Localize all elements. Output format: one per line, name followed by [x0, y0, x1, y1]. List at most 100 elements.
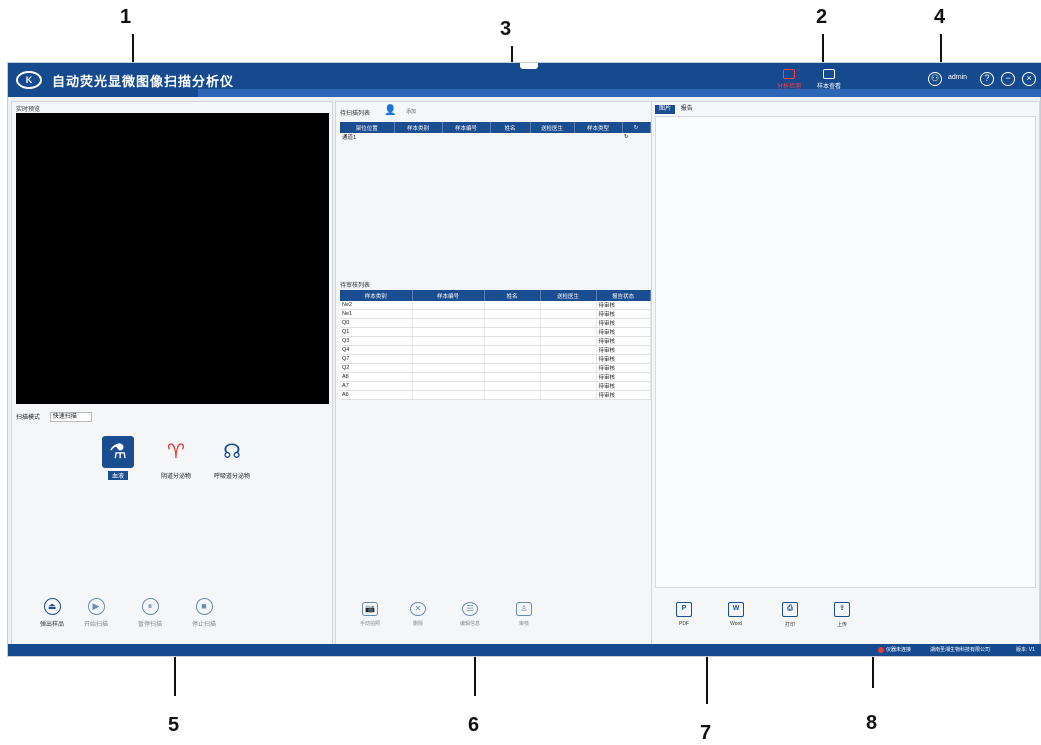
upload-label: 上传: [836, 622, 847, 628]
table-row[interactable]: A7 待审核: [340, 381, 651, 391]
column-header[interactable]: 姓名: [484, 290, 541, 301]
upload-icon: ⇪: [834, 602, 850, 617]
add-patient-icon[interactable]: 👤: [384, 106, 398, 116]
app-title: 自动荧光显微图像扫描分析仪: [52, 74, 235, 89]
table-cell: 待审核: [596, 363, 651, 373]
table-cell: [484, 372, 541, 382]
table-cell: [484, 381, 541, 391]
table-row[interactable]: Q0 待审核: [340, 318, 651, 328]
tab-report[interactable]: 报告: [677, 105, 697, 114]
table-row[interactable]: A6 待审核: [340, 390, 651, 400]
analysis-label: 分析检测: [776, 84, 801, 90]
review-button[interactable]: ♙ 审核: [504, 602, 544, 627]
table-cell: [412, 336, 485, 346]
sample-type-blood[interactable]: ⚗ 血液: [88, 436, 148, 480]
table-cell: [484, 336, 541, 346]
table-row[interactable]: Ne2 待审核: [340, 301, 651, 310]
table-cell: [490, 133, 530, 141]
sample-type-respiratory[interactable]: ☊ 呼吸道分泌物: [202, 436, 262, 480]
table-cell: A8: [340, 372, 413, 382]
connection-status: 仪器未连接: [878, 646, 911, 653]
review-table-body: Ne2 待审核 Ne1 待审核 Q0 待审核 Q1 待审核 Q3 待审核 Q4 待审核 Q7 待审核 Q2 待…: [340, 301, 651, 400]
eject-button[interactable]: ⏏ 弹出样品: [32, 598, 72, 628]
callout-1: 1: [120, 6, 132, 28]
drag-handle[interactable]: [520, 63, 538, 69]
column-header[interactable]: 样本类别: [340, 290, 413, 301]
edit-icon: ☰: [462, 602, 478, 616]
table-cell: [540, 363, 597, 373]
table-row[interactable]: Q3 待审核: [340, 336, 651, 346]
print-button[interactable]: ⎙ 打印: [770, 602, 810, 628]
user-icon[interactable]: ⚇: [928, 72, 942, 86]
scan-mode-row: 扫描模式 快速扫描: [16, 412, 92, 423]
column-header[interactable]: 报告状态: [596, 290, 651, 301]
table-cell: [484, 309, 541, 319]
table-cell: [412, 363, 485, 373]
table-cell: [540, 345, 597, 355]
table-row[interactable]: Q4 待审核: [340, 345, 651, 355]
export-word-button[interactable]: W Word: [716, 602, 756, 627]
table-row[interactable]: Q7 待审核: [340, 354, 651, 364]
sample-type-label: 血液: [107, 471, 128, 480]
table-row[interactable]: A8 待审核: [340, 372, 651, 382]
column-header[interactable]: 样本编号: [442, 122, 491, 133]
scan-mode-select[interactable]: 快速扫描: [49, 412, 92, 423]
help-icon[interactable]: ?: [980, 72, 994, 86]
column-header[interactable]: 样本类别: [394, 122, 443, 133]
table-cell: [540, 336, 597, 346]
edit-info-button[interactable]: ☰ 编辑信息: [450, 602, 490, 627]
review-label: 审核: [518, 621, 529, 627]
version-text: 版本: V1: [1016, 647, 1035, 653]
table-cell: [412, 327, 485, 337]
column-header[interactable]: 样本编号: [412, 290, 485, 301]
table-cell: 待审核: [596, 354, 651, 364]
export-pdf-button[interactable]: P PDF: [664, 602, 704, 627]
table-cell: Q3: [340, 336, 413, 346]
table-cell: [394, 133, 442, 141]
column-header[interactable]: 送检医生: [530, 122, 575, 133]
table-cell: [412, 345, 485, 355]
table-cell: Q4: [340, 345, 413, 355]
capture-button[interactable]: 📷 手动拍照: [350, 602, 390, 627]
sample-view-icon: [823, 69, 835, 79]
camera-icon: 📷: [362, 602, 378, 616]
close-icon[interactable]: ×: [1022, 72, 1036, 86]
delete-button[interactable]: ✕ 删除: [398, 602, 438, 627]
scan-mode-label: 扫描模式: [16, 415, 41, 421]
start-scan-button[interactable]: ▶ 开始扫描: [76, 598, 116, 628]
table-cell: 待审核: [596, 309, 651, 319]
row-refresh-icon[interactable]: ↻: [622, 133, 650, 141]
column-header[interactable]: 送检医生: [540, 290, 597, 301]
play-icon: ▶: [87, 598, 105, 615]
table-cell: [540, 327, 597, 337]
user-name: admin: [948, 74, 968, 81]
status-dot-icon: [878, 646, 884, 653]
table-row[interactable]: Ne1 待审核: [340, 309, 651, 319]
pause-scan-button[interactable]: ⏸ 暂停扫描: [130, 598, 170, 628]
table-cell: 待审核: [596, 381, 651, 391]
start-scan-label: 开始扫描: [83, 622, 108, 628]
table-cell: [484, 363, 541, 373]
table-cell: [412, 381, 485, 391]
connection-text: 仪器未连接: [886, 647, 912, 653]
export-pdf-label: PDF: [679, 621, 689, 627]
sample-type-vaginal[interactable]: ♈ 阴道分泌物: [146, 436, 206, 480]
stop-scan-button[interactable]: ■ 停止扫描: [184, 598, 224, 628]
column-header[interactable]: 架位位置: [340, 122, 395, 133]
table-row[interactable]: 通道1 ↻: [340, 133, 650, 141]
pause-scan-label: 暂停扫描: [137, 622, 162, 628]
eject-icon: ⏏: [43, 598, 61, 615]
tab-images[interactable]: 图片: [655, 105, 676, 114]
column-header[interactable]: 姓名: [490, 122, 531, 133]
table-row[interactable]: Q1 待审核: [340, 327, 651, 337]
table-cell: [412, 318, 485, 328]
table-cell: Ne1: [340, 309, 413, 319]
add-patient-label: 添加: [406, 109, 417, 115]
sample-view-button[interactable]: 样本查看: [804, 69, 854, 90]
column-header[interactable]: 样本类型: [574, 122, 623, 133]
upload-button[interactable]: ⇪ 上传: [822, 602, 862, 628]
refresh-icon[interactable]: ↻: [622, 122, 651, 133]
table-row[interactable]: Q2 待审核: [340, 363, 651, 373]
minimize-icon[interactable]: −: [1001, 72, 1015, 86]
sample-type-label: 呼吸道分泌物: [213, 474, 250, 480]
